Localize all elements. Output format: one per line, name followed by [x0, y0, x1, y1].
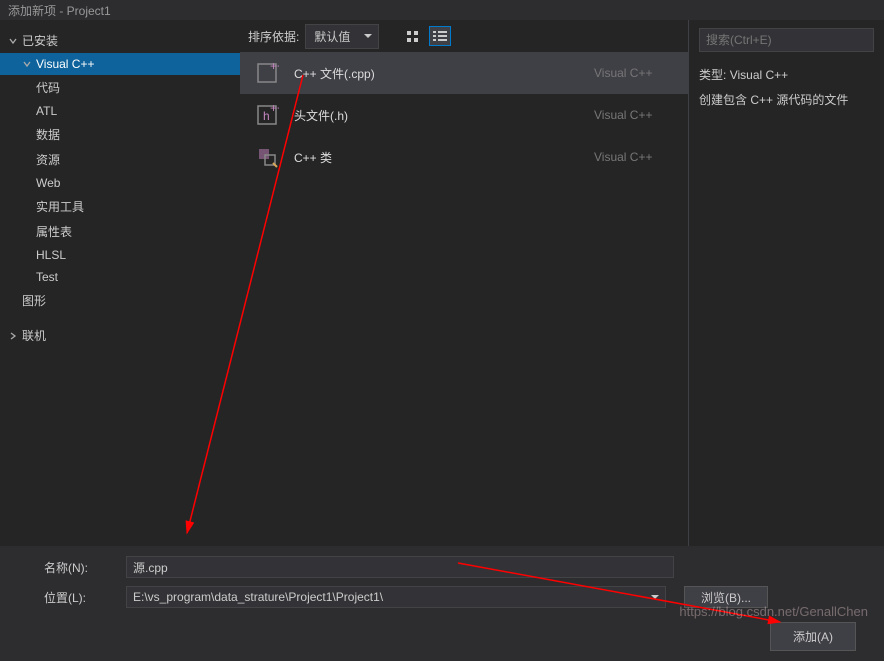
- chevron-down-icon: [22, 59, 32, 69]
- tree-visual-cpp[interactable]: Visual C++: [0, 53, 240, 75]
- sort-dropdown[interactable]: 默认值: [305, 24, 379, 49]
- tree-installed[interactable]: 已安装: [0, 28, 240, 53]
- search-input[interactable]: [706, 33, 867, 47]
- sort-value: 默认值: [314, 28, 350, 45]
- path-dropdown[interactable]: E:\vs_program\data_strature\Project1\Pro…: [126, 586, 666, 608]
- template-name: 头文件(.h): [294, 107, 580, 124]
- template-item[interactable]: h++ 头文件(.h) Visual C++: [240, 94, 688, 136]
- template-name: C++ 文件(.cpp): [294, 65, 580, 82]
- tree-label: Test: [36, 270, 58, 284]
- template-type: 类型: Visual C++: [699, 66, 874, 83]
- tree-online[interactable]: 联机: [0, 323, 240, 348]
- window-title: 添加新项 - Project1: [8, 2, 111, 19]
- svg-text:++: ++: [270, 103, 279, 115]
- tree-graphics[interactable]: 图形: [0, 288, 240, 313]
- class-icon: [254, 144, 280, 170]
- cpp-file-icon: ++: [254, 60, 280, 86]
- tree-item-resource[interactable]: 资源: [0, 147, 240, 172]
- template-item[interactable]: ++ C++ 文件(.cpp) Visual C++: [240, 52, 688, 94]
- tree-label: Web: [36, 176, 60, 190]
- center-toolbar: 排序依据: 默认值: [240, 20, 688, 52]
- template-lang: Visual C++: [594, 108, 674, 122]
- svg-text:++: ++: [270, 61, 279, 73]
- h-file-icon: h++: [254, 102, 280, 128]
- title-bar: 添加新项 - Project1: [0, 0, 884, 20]
- right-panel: 类型: Visual C++ 创建包含 C++ 源代码的文件: [688, 20, 884, 546]
- template-lang: Visual C++: [594, 150, 674, 164]
- browse-label: 浏览(B)...: [701, 589, 751, 606]
- sidebar: 已安装 Visual C++ 代码 ATL 数据 资源 Web 实用工具 属性表…: [0, 20, 240, 546]
- tree-label: 已安装: [22, 32, 58, 49]
- center-panel: 排序依据: 默认值 ++ C++ 文件(.cpp) Visual C++ h++: [240, 20, 688, 546]
- tree-item-data[interactable]: 数据: [0, 122, 240, 147]
- tree-label: Visual C++: [36, 57, 94, 71]
- template-desc: 创建包含 C++ 源代码的文件: [699, 91, 874, 108]
- tree-label: 资源: [36, 151, 60, 168]
- main-area: 已安装 Visual C++ 代码 ATL 数据 资源 Web 实用工具 属性表…: [0, 20, 884, 546]
- list-icon: [433, 30, 447, 42]
- tree-item-web[interactable]: Web: [0, 172, 240, 194]
- bottom-form: 名称(N): 位置(L): E:\vs_program\data_stratur…: [0, 546, 884, 661]
- add-label: 添加(A): [793, 630, 833, 644]
- tree-item-atl[interactable]: ATL: [0, 100, 240, 122]
- add-button[interactable]: 添加(A): [770, 622, 856, 651]
- view-list-button[interactable]: [429, 26, 451, 46]
- template-item[interactable]: C++ 类 Visual C++: [240, 136, 688, 178]
- tree-item-utility[interactable]: 实用工具: [0, 194, 240, 219]
- template-name: C++ 类: [294, 149, 580, 166]
- tree-item-hlsl[interactable]: HLSL: [0, 244, 240, 266]
- tree-label: 数据: [36, 126, 60, 143]
- tree-item-code[interactable]: 代码: [0, 75, 240, 100]
- chevron-down-icon: [8, 36, 18, 46]
- path-label: 位置(L):: [44, 589, 116, 606]
- tree-label: 实用工具: [36, 198, 84, 215]
- tree-item-props[interactable]: 属性表: [0, 219, 240, 244]
- view-grid-button[interactable]: [401, 26, 423, 46]
- tree-label: 联机: [22, 327, 46, 344]
- tree-label: 属性表: [36, 223, 72, 240]
- tree-label: 图形: [22, 292, 46, 309]
- type-value: Visual C++: [730, 68, 788, 82]
- name-label: 名称(N):: [44, 559, 116, 576]
- sort-label: 排序依据:: [248, 28, 299, 45]
- browse-button[interactable]: 浏览(B)...: [684, 586, 768, 608]
- grid-icon: [406, 30, 419, 43]
- tree-item-test[interactable]: Test: [0, 266, 240, 288]
- svg-text:h: h: [263, 109, 270, 123]
- tree-label: HLSL: [36, 248, 66, 262]
- search-container: [699, 28, 874, 52]
- tree-label: 代码: [36, 79, 60, 96]
- template-list: ++ C++ 文件(.cpp) Visual C++ h++ 头文件(.h) V…: [240, 52, 688, 546]
- template-lang: Visual C++: [594, 66, 674, 80]
- name-input[interactable]: [126, 556, 674, 578]
- chevron-right-icon: [8, 331, 18, 341]
- type-label: 类型:: [699, 68, 726, 82]
- path-value: E:\vs_program\data_strature\Project1\Pro…: [133, 590, 383, 604]
- tree-label: ATL: [36, 104, 57, 118]
